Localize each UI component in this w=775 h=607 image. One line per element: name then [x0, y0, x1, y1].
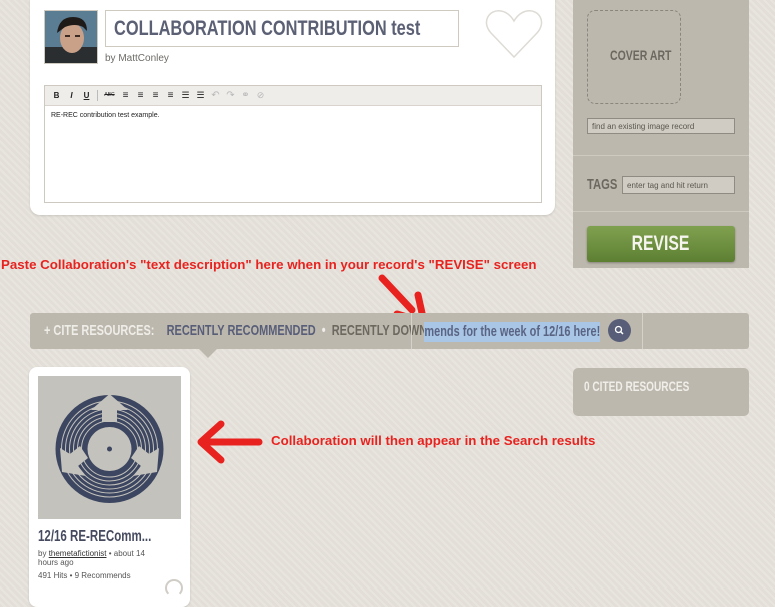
bullet-list-icon[interactable]: ☰ [180, 90, 191, 101]
result-thumbnail[interactable] [38, 376, 181, 519]
align-left-icon[interactable]: ≡ [120, 90, 131, 101]
tab-recently-recommended[interactable]: RECENTLY RECOMMENDED [167, 322, 316, 339]
revise-button[interactable]: REVISE [587, 226, 735, 262]
image-record-search-input[interactable]: find an existing image record [587, 118, 735, 134]
annotation-paste-instruction: Paste Collaboration's "text description"… [1, 257, 537, 272]
cite-bar-divider [411, 313, 412, 349]
cite-search-input[interactable]: mmends for the week of 12/16 here! [424, 322, 600, 342]
annotation-arrow-left-icon [197, 420, 263, 464]
author-link[interactable]: MattConley [118, 53, 169, 64]
record-sidebar: COVER ART find an existing image record … [573, 0, 749, 268]
bold-icon[interactable]: B [51, 90, 62, 101]
result-by-prefix: by [38, 549, 47, 558]
cite-resources-label: + CITE RESOURCES: [44, 322, 155, 339]
align-center-icon[interactable]: ≡ [135, 90, 146, 101]
editor-content[interactable]: RE-REC contribution test example. [45, 106, 541, 125]
sidebar-divider [573, 211, 749, 212]
annotation-search-results: Collaboration will then appear in the Se… [271, 433, 596, 448]
align-right-icon[interactable]: ≡ [150, 90, 161, 101]
revise-button-label: REVISE [632, 232, 690, 255]
cite-resources-nav: + CITE RESOURCES: RECENTLY RECOMMENDED •… [44, 322, 473, 339]
link-icon[interactable]: ⚭ [240, 90, 251, 101]
active-tab-pointer [199, 349, 217, 358]
search-result-card[interactable]: 12/16 RE-REComm... by themetafictionist … [29, 367, 190, 607]
record-title: COLLABORATION CONTRIBUTION test [114, 17, 421, 40]
byline-prefix: by [105, 53, 116, 64]
result-byline: by themetafictionist • about 14 hours ag… [38, 549, 158, 567]
cite-resources-bar: + CITE RESOURCES: RECENTLY RECOMMENDED •… [30, 313, 749, 349]
tags-label: TAGS [587, 176, 618, 193]
strikethrough-icon[interactable]: ABC [103, 90, 116, 101]
user-avatar[interactable] [44, 10, 98, 64]
description-editor[interactable]: B I U ABC ≡ ≡ ≡ ≡ ☰ ☰ ↶ ↷ ⚭ ⊘ RE-REC con… [44, 85, 542, 203]
numbered-list-icon[interactable]: ☰ [195, 90, 206, 101]
cover-art-dropzone[interactable]: COVER ART [587, 10, 681, 104]
cover-art-label: COVER ART [610, 47, 672, 63]
align-justify-icon[interactable]: ≡ [165, 90, 176, 101]
record-recycle-icon [55, 394, 164, 503]
cite-search-value: mmends for the week of 12/16 here! [424, 322, 600, 342]
result-author-link[interactable]: themetafictionist [49, 549, 107, 558]
redo-icon[interactable]: ↷ [225, 90, 236, 101]
heart-icon[interactable] [485, 8, 543, 60]
tags-input[interactable]: enter tag and hit return [622, 176, 735, 194]
cited-resources-count: 0 CITED RESOURCES [584, 378, 690, 394]
cite-bar-divider [642, 313, 643, 349]
record-byline: by MattConley [105, 53, 169, 64]
underline-icon[interactable]: U [81, 90, 92, 101]
unlink-icon[interactable]: ⊘ [255, 90, 266, 101]
italic-icon[interactable]: I [66, 90, 77, 101]
toolbar-divider [97, 90, 98, 101]
undo-icon[interactable]: ↶ [210, 90, 221, 101]
result-title[interactable]: 12/16 RE-REComm... [38, 528, 151, 546]
record-card: COLLABORATION CONTRIBUTION test by MattC… [30, 0, 555, 215]
title-input[interactable]: COLLABORATION CONTRIBUTION test [105, 10, 459, 47]
search-button[interactable] [608, 319, 631, 342]
editor-toolbar: B I U ABC ≡ ≡ ≡ ≡ ☰ ☰ ↶ ↷ ⚭ ⊘ [45, 86, 541, 106]
sidebar-divider [573, 155, 749, 156]
loading-spinner-icon [165, 579, 183, 597]
cited-resources-panel: 0 CITED RESOURCES [573, 368, 749, 416]
tab-separator: • [321, 322, 326, 339]
search-icon [614, 325, 624, 335]
result-stats: 491 Hits • 9 Recommends [38, 571, 131, 580]
